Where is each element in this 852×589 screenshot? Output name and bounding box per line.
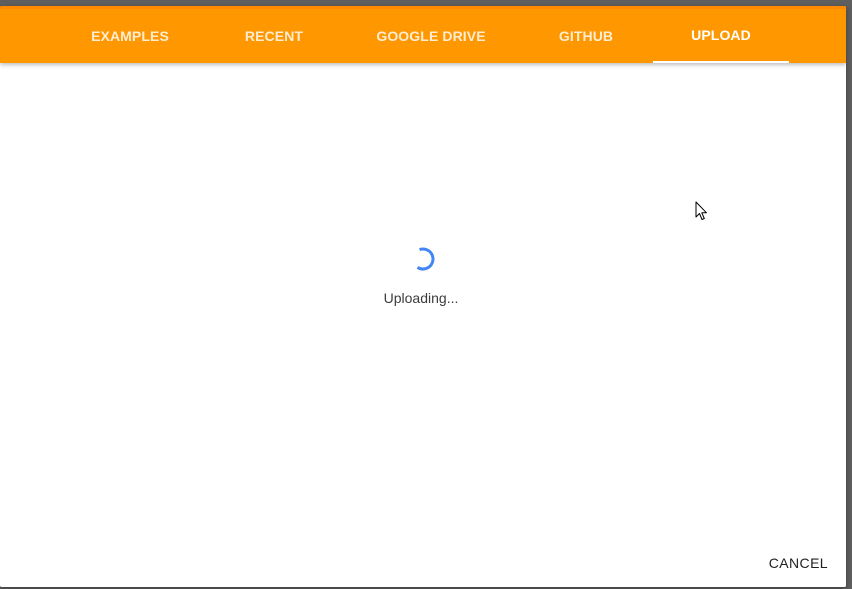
mouse-pointer-icon	[695, 201, 709, 221]
tab-recent[interactable]: RECENT	[206, 9, 342, 63]
tab-upload[interactable]: UPLOAD	[653, 9, 789, 63]
cancel-button[interactable]: CANCEL	[761, 547, 836, 579]
loading-spinner-icon	[409, 245, 437, 273]
upload-status-text: Uploading...	[383, 290, 459, 306]
tab-google-drive[interactable]: GOOGLE DRIVE	[355, 9, 507, 63]
tab-bar: EXAMPLES RECENT GOOGLE DRIVE GITHUB UPLO…	[0, 6, 846, 63]
dialog-content: Uploading... CANCEL	[0, 63, 846, 587]
tab-examples[interactable]: EXAMPLES	[62, 9, 198, 63]
upload-dialog: EXAMPLES RECENT GOOGLE DRIVE GITHUB UPLO…	[0, 6, 846, 587]
tab-github[interactable]: GITHUB	[518, 9, 654, 63]
